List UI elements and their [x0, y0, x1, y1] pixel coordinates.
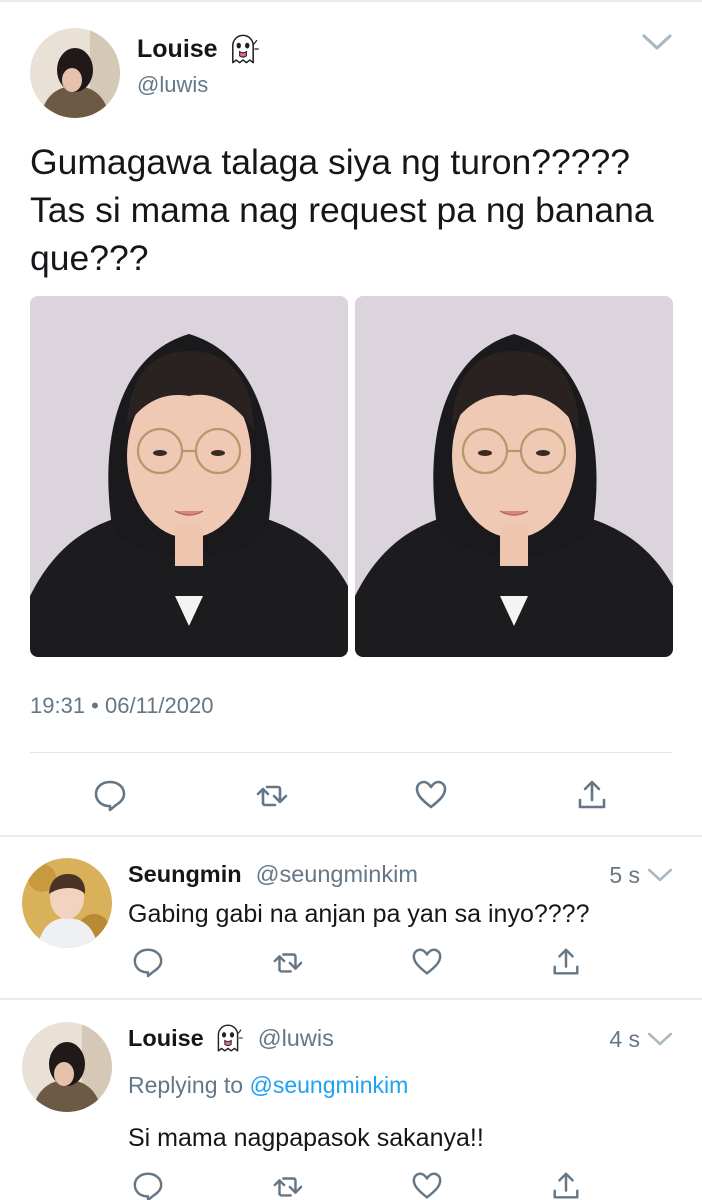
reply-text: Si mama nagpapasok sakanya!! — [128, 1124, 484, 1152]
share-button[interactable] — [546, 1166, 586, 1200]
retweet-icon — [254, 778, 288, 812]
tweet-text: Gumagawa talaga siya ng turon????? Tas s… — [30, 142, 654, 278]
share-button[interactable] — [546, 942, 586, 982]
avatar[interactable] — [22, 858, 112, 948]
tweet-photo-1[interactable] — [30, 296, 348, 657]
retweet-button[interactable] — [267, 1166, 307, 1200]
reply-text: Gabing gabi na anjan pa yan sa inyo???? — [128, 900, 590, 928]
author-handle[interactable]: @luwis — [137, 72, 208, 98]
share-icon — [550, 946, 582, 978]
ghost-emoji-icon — [226, 32, 260, 66]
tweet-actions — [0, 775, 702, 815]
reply-button[interactable] — [128, 942, 168, 982]
reply-author-handle[interactable]: @luwis — [258, 1025, 334, 1052]
reply-author-handle[interactable]: @seungminkim — [256, 861, 418, 888]
avatar[interactable] — [22, 1022, 112, 1112]
like-button[interactable] — [411, 775, 451, 815]
reply-tweet: Louise @luwis 4 s Replying to @seungmink… — [0, 1000, 702, 1200]
chevron-down-icon[interactable] — [640, 30, 674, 54]
reply-icon — [132, 946, 164, 978]
reply-icon — [93, 778, 127, 812]
retweet-icon — [271, 946, 303, 978]
reply-author-name[interactable]: Seungmin — [128, 861, 242, 888]
reply-tweet: Seungmin @seungminkim 5 s Gabing gabi na… — [0, 837, 702, 999]
chevron-down-icon[interactable] — [646, 864, 674, 886]
share-button[interactable] — [572, 775, 612, 815]
divider — [30, 752, 672, 753]
avatar[interactable] — [30, 28, 120, 118]
like-button[interactable] — [407, 942, 447, 982]
tweet-photo-2[interactable] — [355, 296, 673, 657]
tweet-timestamp: 19:31 • 06/11/2020 — [30, 693, 214, 718]
replying-to: Replying to @seungminkim — [128, 1072, 408, 1099]
retweet-icon — [271, 1170, 303, 1200]
author-name[interactable]: Louise — [137, 35, 218, 64]
chevron-down-icon[interactable] — [646, 1028, 674, 1050]
reply-author-row[interactable]: Seungmin @seungminkim — [128, 861, 418, 888]
reply-time: 5 s — [609, 862, 640, 888]
retweet-button[interactable] — [267, 942, 307, 982]
reply-author-name[interactable]: Louise — [128, 1025, 204, 1052]
reply-actions — [0, 942, 702, 982]
reply-actions — [0, 1166, 702, 1200]
share-icon — [550, 1170, 582, 1200]
replying-to-mention[interactable]: @seungminkim — [249, 1072, 408, 1098]
reply-author-row[interactable]: Louise @luwis — [128, 1022, 334, 1054]
like-icon — [414, 778, 448, 812]
replying-to-label: Replying to — [128, 1072, 244, 1098]
ghost-emoji-icon — [212, 1022, 244, 1054]
reply-icon — [132, 1170, 164, 1200]
like-icon — [411, 1170, 443, 1200]
like-icon — [411, 946, 443, 978]
main-tweet: Louise @luwis Gumagawa talaga siya ng tu… — [0, 0, 702, 836]
reply-time: 4 s — [609, 1026, 640, 1052]
share-icon — [575, 778, 609, 812]
author-name-row[interactable]: Louise — [137, 32, 260, 66]
reply-button[interactable] — [128, 1166, 168, 1200]
reply-button[interactable] — [90, 775, 130, 815]
like-button[interactable] — [407, 1166, 447, 1200]
retweet-button[interactable] — [251, 775, 291, 815]
